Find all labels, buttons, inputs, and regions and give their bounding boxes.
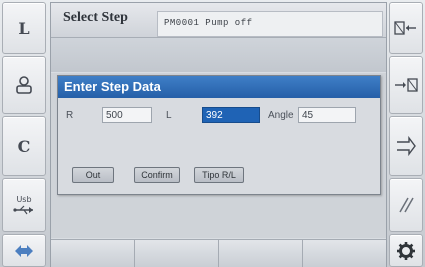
key-slash[interactable] xyxy=(389,178,423,232)
dialog-header: Enter Step Data xyxy=(58,76,380,98)
screen-title: Select Step xyxy=(63,10,128,25)
right-key-column xyxy=(387,0,425,267)
status-box: PM0001 Pump off xyxy=(157,11,383,37)
key-usb-label: Usb xyxy=(16,194,32,204)
key-enter[interactable] xyxy=(389,116,423,176)
r-input[interactable]: 500 xyxy=(102,107,152,123)
out-button[interactable]: Out xyxy=(72,167,114,183)
status-text: PM0001 Pump off xyxy=(164,18,253,28)
gear-icon xyxy=(397,241,415,260)
key-c-label: C xyxy=(17,136,31,156)
bottom-softkey-3[interactable] xyxy=(219,240,303,267)
enter-step-data-dialog: Enter Step Data R 500 L 392 Angle 45 Out… xyxy=(57,75,381,195)
bottom-softkey-2[interactable] xyxy=(135,240,219,267)
bottom-softkey-4[interactable] xyxy=(303,240,385,267)
table-left-arrow-icon xyxy=(394,21,416,35)
dialog-title: Enter Step Data xyxy=(64,79,161,94)
arrow-right-to-table-icon xyxy=(395,78,418,92)
left-key-column: L C Usb xyxy=(0,0,48,267)
key-user-profile[interactable] xyxy=(2,56,46,114)
screen-title-bar: Select Step PM0001 Pump off xyxy=(51,3,386,38)
confirm-button[interactable]: Confirm xyxy=(134,167,180,183)
arrow-navigation-icon xyxy=(15,244,33,257)
r-label: R xyxy=(66,110,74,121)
enter-arrow-icon xyxy=(397,136,416,156)
key-navigate[interactable] xyxy=(2,234,46,267)
tipo-rl-button[interactable]: Tipo R/L xyxy=(194,167,244,183)
usb-icon xyxy=(13,205,33,214)
hmi-screen: Select Step PM0001 Pump off Enter Step D… xyxy=(50,2,387,267)
l-label: L xyxy=(166,110,172,121)
l-input[interactable]: 392 xyxy=(202,107,260,123)
key-settings[interactable] xyxy=(389,234,423,267)
bottom-softkey-1[interactable] xyxy=(51,240,135,267)
user-profile-icon xyxy=(16,76,32,94)
slash-lines-icon xyxy=(399,197,414,213)
key-usb[interactable]: Usb xyxy=(2,178,46,232)
tab-strip xyxy=(51,38,386,72)
key-l[interactable]: L xyxy=(2,2,46,54)
angle-label: Angle xyxy=(268,110,294,121)
bottom-softkey-bar xyxy=(51,239,386,267)
key-arrow-to-table[interactable] xyxy=(389,56,423,114)
key-table-left[interactable] xyxy=(389,2,423,54)
angle-input[interactable]: 45 xyxy=(298,107,356,123)
key-c[interactable]: C xyxy=(2,116,46,176)
key-l-label: L xyxy=(18,18,30,38)
